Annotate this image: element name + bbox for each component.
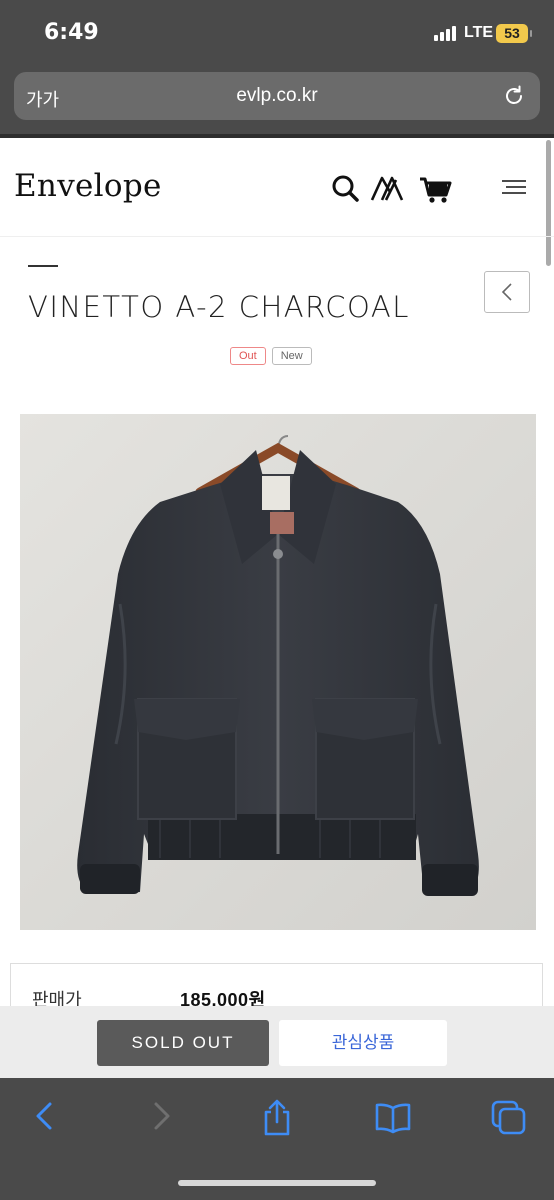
reload-icon[interactable] <box>502 84 526 113</box>
chevron-left-icon <box>501 283 512 301</box>
web-page: Envelope VINETTO A-2 CHARCOAL Out New 판매… <box>0 138 554 1010</box>
title-dash <box>28 265 58 267</box>
header-icons <box>330 172 530 211</box>
menu-icon[interactable] <box>502 180 526 194</box>
cart-icon[interactable] <box>420 177 452 203</box>
share-icon[interactable] <box>260 1098 294 1141</box>
back-button[interactable] <box>484 271 530 313</box>
tabs-icon[interactable] <box>490 1098 528 1141</box>
product-title: VINETTO A-2 CHARCOAL <box>28 290 410 324</box>
signal-icon <box>434 26 456 41</box>
url-text[interactable]: evlp.co.kr <box>14 85 540 107</box>
price-panel: 판매가 185,000원 <box>10 963 543 1010</box>
brand-mark-icon[interactable] <box>370 176 404 201</box>
network-label: LTE <box>464 24 494 41</box>
clock: 6:49 <box>44 20 99 45</box>
purchase-action-bar: SOLD OUT 관심상품 <box>0 1006 554 1078</box>
header-divider <box>0 236 554 237</box>
status-bar: 6:49 LTE 53 <box>0 0 554 68</box>
forward-arrow-icon[interactable] <box>148 1098 176 1139</box>
sold-out-button[interactable]: SOLD OUT <box>97 1020 269 1066</box>
out-badge: Out <box>230 347 266 365</box>
site-logo[interactable]: Envelope <box>14 168 162 204</box>
product-image[interactable] <box>20 414 536 930</box>
browser-toolbar <box>0 1078 554 1200</box>
product-badges: Out New <box>230 347 312 365</box>
page-scrollbar[interactable] <box>546 140 551 266</box>
battery-indicator: 53 <box>496 24 532 43</box>
search-icon[interactable] <box>332 175 359 202</box>
wishlist-button[interactable]: 관심상품 <box>279 1020 447 1066</box>
bookmarks-icon[interactable] <box>374 1098 412 1141</box>
home-indicator <box>178 1180 376 1186</box>
new-badge: New <box>271 347 312 365</box>
address-bar[interactable]: 가가 evlp.co.kr <box>14 72 540 120</box>
back-arrow-icon[interactable] <box>30 1098 58 1139</box>
